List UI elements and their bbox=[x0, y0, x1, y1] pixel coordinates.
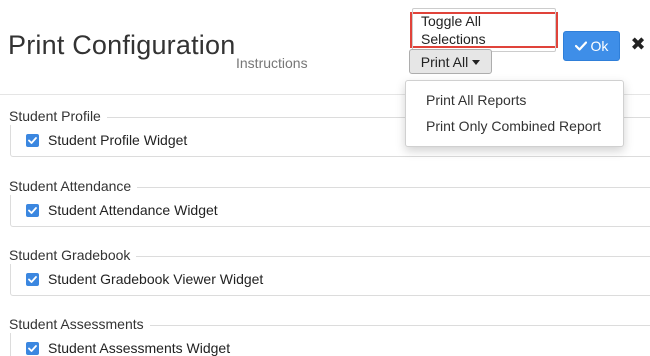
widget-checkbox-row[interactable]: Student Gradebook Viewer Widget bbox=[26, 271, 263, 287]
checkbox-checked[interactable] bbox=[26, 203, 39, 217]
section-legend: Student Profile bbox=[9, 107, 107, 125]
widget-label: Student Attendance Widget bbox=[48, 202, 218, 218]
section-legend: Student Gradebook bbox=[9, 246, 137, 264]
widget-label: Student Profile Widget bbox=[48, 132, 188, 148]
caret-down-icon bbox=[472, 59, 481, 65]
section-student-assessments: Student Assessments Student Assessments … bbox=[9, 315, 650, 356]
print-configuration-page: Print Configuration Instructions Toggle … bbox=[0, 0, 650, 356]
checkbox-checked[interactable] bbox=[26, 341, 39, 355]
section-legend: Student Attendance bbox=[9, 177, 138, 195]
widget-checkbox-row[interactable]: Student Attendance Widget bbox=[26, 202, 218, 218]
ok-label: Ok bbox=[590, 38, 609, 54]
section-legend: Student Assessments bbox=[9, 315, 150, 333]
close-icon[interactable]: ✖ bbox=[630, 34, 646, 54]
check-icon bbox=[574, 41, 587, 51]
menu-item-print-combined-report[interactable]: Print Only Combined Report bbox=[406, 113, 623, 139]
section-student-attendance: Student Attendance Student Attendance Wi… bbox=[9, 177, 650, 227]
print-all-label: Print All bbox=[420, 53, 469, 70]
instructions-link[interactable]: Instructions bbox=[236, 55, 308, 71]
print-all-dropdown-menu: Print All Reports Print Only Combined Re… bbox=[405, 80, 624, 147]
toggle-all-selections-label: Toggle All Selections bbox=[412, 8, 556, 52]
check-icon bbox=[28, 206, 37, 214]
page-title: Print Configuration bbox=[8, 30, 236, 60]
checkbox-checked[interactable] bbox=[26, 272, 39, 286]
widget-checkbox-row[interactable]: Student Profile Widget bbox=[26, 132, 187, 148]
widget-label: Student Assessments Widget bbox=[48, 340, 231, 356]
checkbox-checked[interactable] bbox=[26, 133, 39, 147]
widget-checkbox-row[interactable]: Student Assessments Widget bbox=[26, 340, 230, 356]
print-all-dropdown-button[interactable]: Print All bbox=[409, 49, 492, 74]
check-icon bbox=[28, 275, 37, 283]
check-icon bbox=[28, 344, 37, 352]
menu-item-print-all-reports[interactable]: Print All Reports bbox=[406, 87, 623, 113]
ok-button[interactable]: Ok bbox=[563, 31, 620, 61]
check-icon bbox=[28, 136, 37, 144]
toggle-all-selections-button[interactable]: Toggle All Selections bbox=[410, 8, 558, 52]
section-student-gradebook: Student Gradebook Student Gradebook View… bbox=[9, 246, 650, 296]
widget-label: Student Gradebook Viewer Widget bbox=[48, 271, 264, 287]
